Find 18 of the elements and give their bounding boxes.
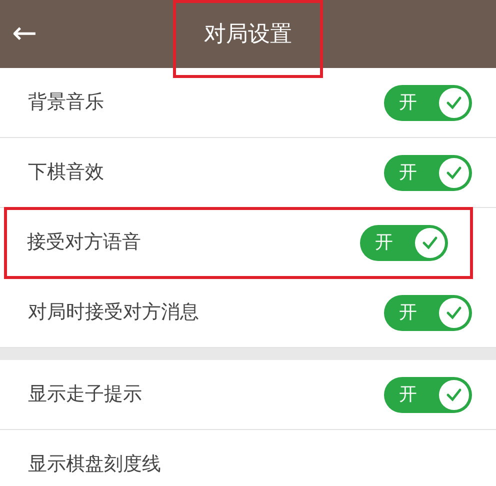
toggle-switch[interactable]: 开 [384,294,472,330]
check-icon [439,88,469,118]
check-icon [439,158,469,188]
back-button[interactable]: ← [0,19,60,49]
toggle-switch[interactable]: 开 [384,376,472,412]
check-icon [439,298,469,328]
setting-label: 下棋音效 [28,160,104,186]
setting-label: 接受对方语音 [27,230,141,256]
setting-label: 背景音乐 [28,90,104,116]
check-icon [439,380,469,410]
toggle-switch[interactable]: 开 [384,154,472,190]
setting-label: 对局时接受对方消息 [28,300,199,326]
setting-label: 显示棋盘刻度线 [28,452,161,478]
setting-label: 显示走子提示 [28,382,142,408]
screen-title: 对局设置 [173,0,323,78]
check-icon [415,228,445,258]
toggle-switch[interactable]: 开 [384,84,472,120]
toggle-switch[interactable]: 开 [360,224,448,260]
